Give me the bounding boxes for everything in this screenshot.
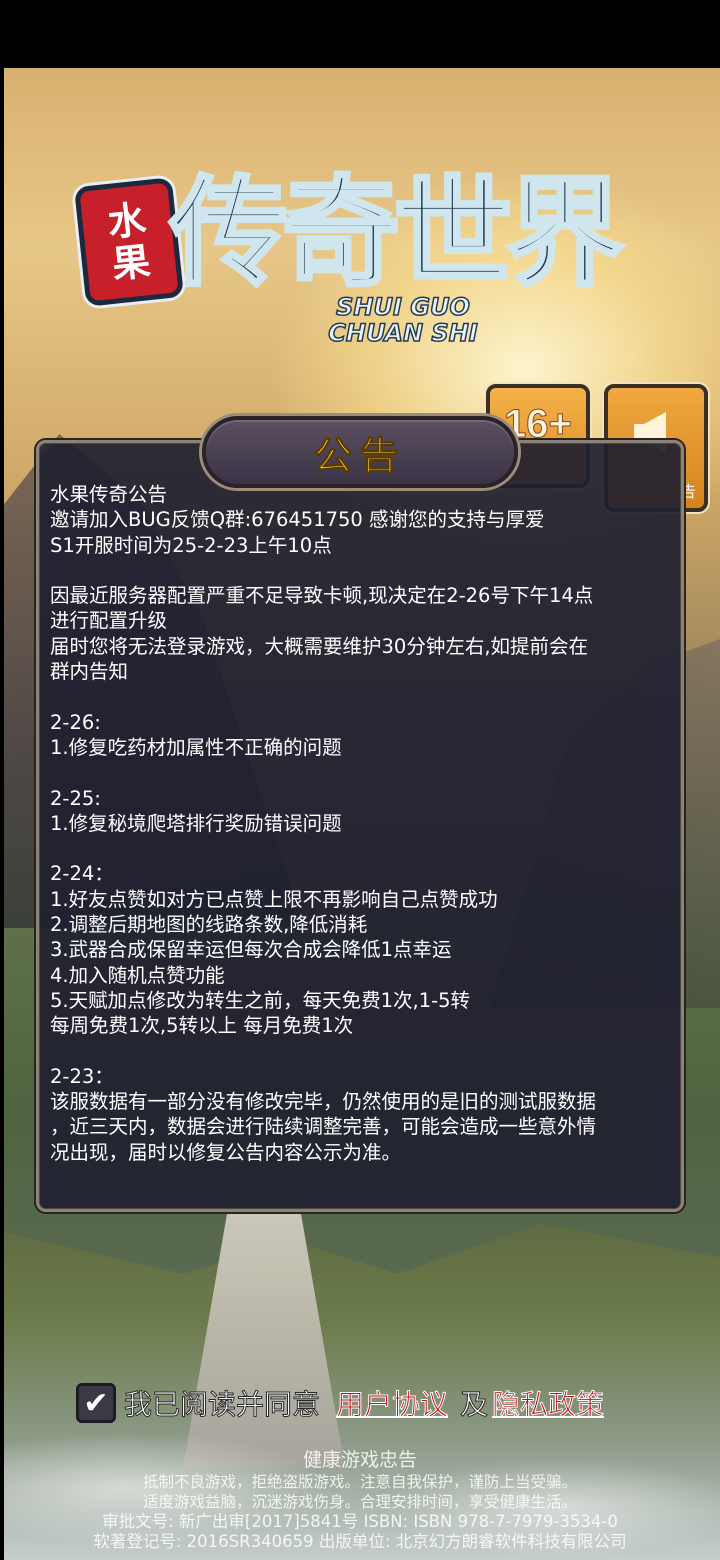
logo-en-line2: CHUAN SHI	[328, 319, 479, 347]
notice-line: 1.好友点赞如对方已点赞上限不再影响自己点赞成功	[50, 887, 498, 911]
agreement-row: ✔ 我已阅读并同意 用户协议 及 隐私政策	[76, 1378, 605, 1428]
notice-line	[50, 836, 674, 861]
advisory-line-2: 适度游戏益脑，沉迷游戏伤身。合理安排时间，享受健康生活。	[142, 1493, 577, 1511]
notice-line: 进行配置升级	[50, 609, 168, 633]
notice-line: 邀请加入BUG反馈Q群:676451750 感谢您的支持与厚爱	[50, 508, 545, 532]
notice-line: 4.加入随机点赞功能	[50, 963, 225, 987]
notice-title-plate: 公告	[202, 416, 518, 488]
notice-line: 每周免费1次,5转以上 每月免费1次	[50, 1014, 354, 1038]
advisory-heading: 健康游戏忠告	[302, 1449, 417, 1471]
notice-line: 2-25:	[50, 786, 101, 810]
notice-line	[50, 684, 674, 709]
notice-line: 3.武器合成保留幸运但每次合成会降低1点幸运	[50, 938, 452, 962]
notice-line: 1.修复秘境爬塔排行奖励错误问题	[50, 811, 342, 835]
notice-line: ，近三天内，数据会进行陆续调整完善，可能会造成一些意外情	[50, 1115, 597, 1139]
notice-line: 2-24：	[50, 862, 114, 886]
notice-body[interactable]: 水果传奇公告 邀请加入BUG反馈Q群:676451750 感谢您的支持与厚爱 S…	[50, 482, 674, 1165]
notice-line: 因最近服务器配置严重不足导致卡顿,现决定在2-26号下午14点	[50, 584, 594, 608]
notice-title: 公告	[313, 432, 406, 478]
logo-title: 传奇世界	[168, 163, 626, 302]
notice-line: 群内告知	[50, 660, 129, 684]
notice-line: 2-26:	[50, 710, 101, 734]
notice-line: 2-23：	[50, 1064, 114, 1088]
status-bar	[0, 0, 720, 68]
user-agreement-link[interactable]: 用户协议	[336, 1383, 449, 1423]
logo-badge-char-1: 水	[105, 196, 149, 245]
logo-en-line1: SHUI GUO	[335, 293, 470, 321]
game-logo: 水 果 传奇世界 SHUI GUO CHUAN SHI	[73, 163, 648, 355]
agreement-checkbox[interactable]: ✔	[76, 1383, 116, 1423]
notice-line	[50, 760, 674, 785]
privacy-policy-link[interactable]: 隐私政策	[492, 1383, 605, 1423]
advisory-line-3: 审批文号: 新广出审[2017]5841号 ISBN: ISBN 978-7-7…	[102, 1512, 618, 1531]
notice-line	[50, 1039, 674, 1064]
notice-line: S1开服时间为25-2-23上午10点	[50, 533, 332, 557]
agreement-and-text: 及	[460, 1388, 489, 1422]
notice-line	[50, 558, 674, 583]
notice-line: 5.天赋加点修改为转生之前，每天免费1次,1-5转	[50, 988, 471, 1012]
logo-badge-char-2: 果	[109, 238, 153, 287]
advisory-line-1: 抵制不良游戏，拒绝盗版游戏。注意自我保护，谨防上当受骗。	[142, 1473, 577, 1491]
advisory-line-4: 软著登记号: 2016SR340659 出版单位: 北京幻方朗睿软件科技有限公司	[93, 1532, 627, 1551]
notice-line: 1.修复吃药材加属性不正确的问题	[50, 735, 342, 759]
notice-line: 水果传奇公告	[50, 483, 168, 506]
notice-line: 届时您将无法登录游戏，大概需要维护30分钟左右,如提前会在	[50, 634, 589, 658]
agreement-text: 我已阅读并同意	[123, 1388, 321, 1422]
health-advisory: 健康游戏忠告 抵制不良游戏，拒绝盗版游戏。注意自我保护，谨防上当受骗。 适度游戏…	[0, 1448, 720, 1552]
notice-line: 该服数据有一部分没有修改完毕，仍然使用的是旧的测试服数据	[50, 1090, 597, 1114]
notice-line: 2.调整后期地图的线路条数,降低消耗	[50, 913, 368, 937]
notice-line: 况出现，届时以修复公告内容公示为准。	[50, 1140, 402, 1164]
logo-badge: 水 果	[73, 177, 185, 307]
